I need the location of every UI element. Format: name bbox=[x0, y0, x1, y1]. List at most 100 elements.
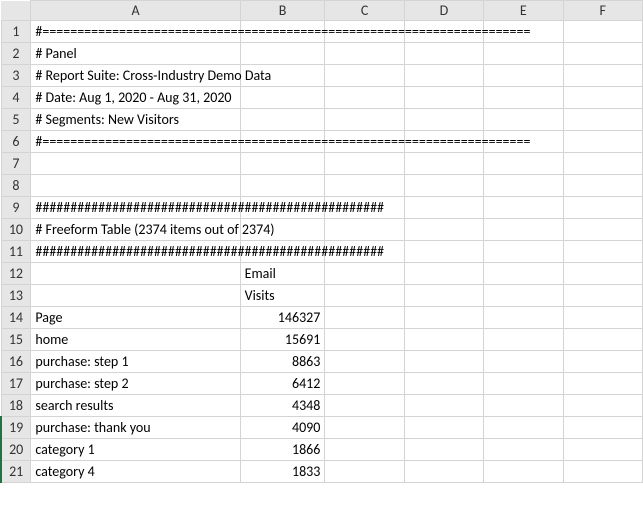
row-header-14[interactable]: 14 bbox=[1, 307, 31, 329]
cell-B11[interactable] bbox=[240, 241, 325, 263]
col-header-E[interactable]: E bbox=[484, 1, 563, 21]
cell-D9[interactable] bbox=[404, 197, 483, 219]
cell-C11[interactable] bbox=[325, 241, 404, 263]
row-header-16[interactable]: 16 bbox=[1, 351, 31, 373]
cell-B10[interactable] bbox=[240, 219, 325, 241]
cell-A16[interactable]: purchase: step 1 bbox=[31, 351, 240, 373]
cell-B20[interactable]: 1866 bbox=[240, 439, 325, 461]
cell-C2[interactable] bbox=[325, 43, 404, 65]
cell-E21[interactable] bbox=[484, 461, 563, 483]
cell-C16[interactable] bbox=[325, 351, 404, 373]
cell-F2[interactable] bbox=[563, 43, 642, 65]
cell-D1[interactable] bbox=[404, 21, 483, 43]
row-header-17[interactable]: 17 bbox=[1, 373, 31, 395]
cell-E14[interactable] bbox=[484, 307, 563, 329]
cell-C15[interactable] bbox=[325, 329, 404, 351]
cell-F5[interactable] bbox=[563, 109, 642, 131]
cell-D6[interactable] bbox=[404, 131, 483, 153]
cell-C14[interactable] bbox=[325, 307, 404, 329]
cell-A14[interactable]: Page bbox=[31, 307, 240, 329]
cell-E8[interactable] bbox=[484, 175, 563, 197]
cell-E4[interactable] bbox=[484, 87, 563, 109]
cell-C18[interactable] bbox=[325, 395, 404, 417]
cell-F10[interactable] bbox=[563, 219, 642, 241]
cell-D21[interactable] bbox=[404, 461, 483, 483]
cell-A3[interactable]: # Report Suite: Cross-Industry Demo Data bbox=[31, 65, 240, 87]
cell-D14[interactable] bbox=[404, 307, 483, 329]
cell-C19[interactable] bbox=[325, 417, 404, 439]
cell-A8[interactable] bbox=[31, 175, 240, 197]
col-header-F[interactable]: F bbox=[563, 1, 642, 21]
row-header-9[interactable]: 9 bbox=[1, 197, 31, 219]
cell-F13[interactable] bbox=[563, 285, 642, 307]
cell-F14[interactable] bbox=[563, 307, 642, 329]
cell-D16[interactable] bbox=[404, 351, 483, 373]
cell-A17[interactable]: purchase: step 2 bbox=[31, 373, 240, 395]
cell-C10[interactable] bbox=[325, 219, 404, 241]
cell-F20[interactable] bbox=[563, 439, 642, 461]
cell-C4[interactable] bbox=[325, 87, 404, 109]
cell-F12[interactable] bbox=[563, 263, 642, 285]
col-header-C[interactable]: C bbox=[325, 1, 404, 21]
cell-B21[interactable]: 1833 bbox=[240, 461, 325, 483]
cell-C9[interactable] bbox=[325, 197, 404, 219]
cell-D5[interactable] bbox=[404, 109, 483, 131]
cell-A21[interactable]: category 4 bbox=[31, 461, 240, 483]
cell-E1[interactable] bbox=[484, 21, 563, 43]
cell-B16[interactable]: 8863 bbox=[240, 351, 325, 373]
cell-E11[interactable] bbox=[484, 241, 563, 263]
cell-E13[interactable] bbox=[484, 285, 563, 307]
cell-F3[interactable] bbox=[563, 65, 642, 87]
cell-E10[interactable] bbox=[484, 219, 563, 241]
cell-D12[interactable] bbox=[404, 263, 483, 285]
row-header-12[interactable]: 12 bbox=[1, 263, 31, 285]
cell-F18[interactable] bbox=[563, 395, 642, 417]
row-header-1[interactable]: 1 bbox=[1, 21, 31, 43]
cell-B17[interactable]: 6412 bbox=[240, 373, 325, 395]
row-header-5[interactable]: 5 bbox=[1, 109, 31, 131]
cell-A19[interactable]: purchase: thank you bbox=[31, 417, 240, 439]
cell-F4[interactable] bbox=[563, 87, 642, 109]
cell-A18[interactable]: search results bbox=[31, 395, 240, 417]
cell-B3[interactable] bbox=[240, 65, 325, 87]
cell-E7[interactable] bbox=[484, 153, 563, 175]
cell-E12[interactable] bbox=[484, 263, 563, 285]
cell-B19[interactable]: 4090 bbox=[240, 417, 325, 439]
cell-A7[interactable] bbox=[31, 153, 240, 175]
cell-B18[interactable]: 4348 bbox=[240, 395, 325, 417]
cell-D8[interactable] bbox=[404, 175, 483, 197]
row-header-8[interactable]: 8 bbox=[1, 175, 31, 197]
cell-D4[interactable] bbox=[404, 87, 483, 109]
cell-E6[interactable] bbox=[484, 131, 563, 153]
cell-A1[interactable]: #=======================================… bbox=[31, 21, 240, 43]
cell-A12[interactable] bbox=[31, 263, 240, 285]
cell-B8[interactable] bbox=[240, 175, 325, 197]
cell-D2[interactable] bbox=[404, 43, 483, 65]
cell-C13[interactable] bbox=[325, 285, 404, 307]
cell-B2[interactable] bbox=[240, 43, 325, 65]
row-header-13[interactable]: 13 bbox=[1, 285, 31, 307]
cell-C7[interactable] bbox=[325, 153, 404, 175]
cell-D19[interactable] bbox=[404, 417, 483, 439]
cell-B9[interactable] bbox=[240, 197, 325, 219]
cell-A2[interactable]: # Panel bbox=[31, 43, 240, 65]
cell-F16[interactable] bbox=[563, 351, 642, 373]
cell-F9[interactable] bbox=[563, 197, 642, 219]
cell-F11[interactable] bbox=[563, 241, 642, 263]
cell-D17[interactable] bbox=[404, 373, 483, 395]
cell-D7[interactable] bbox=[404, 153, 483, 175]
cell-C12[interactable] bbox=[325, 263, 404, 285]
row-header-2[interactable]: 2 bbox=[1, 43, 31, 65]
row-header-10[interactable]: 10 bbox=[1, 219, 31, 241]
cell-D18[interactable] bbox=[404, 395, 483, 417]
col-header-A[interactable]: A bbox=[31, 1, 240, 21]
cell-C1[interactable] bbox=[325, 21, 404, 43]
row-header-11[interactable]: 11 bbox=[1, 241, 31, 263]
cell-F21[interactable] bbox=[563, 461, 642, 483]
cell-E19[interactable] bbox=[484, 417, 563, 439]
cell-A11[interactable]: ########################################… bbox=[31, 241, 240, 263]
cell-F7[interactable] bbox=[563, 153, 642, 175]
row-header-18[interactable]: 18 bbox=[1, 395, 31, 417]
cell-D10[interactable] bbox=[404, 219, 483, 241]
cell-D11[interactable] bbox=[404, 241, 483, 263]
